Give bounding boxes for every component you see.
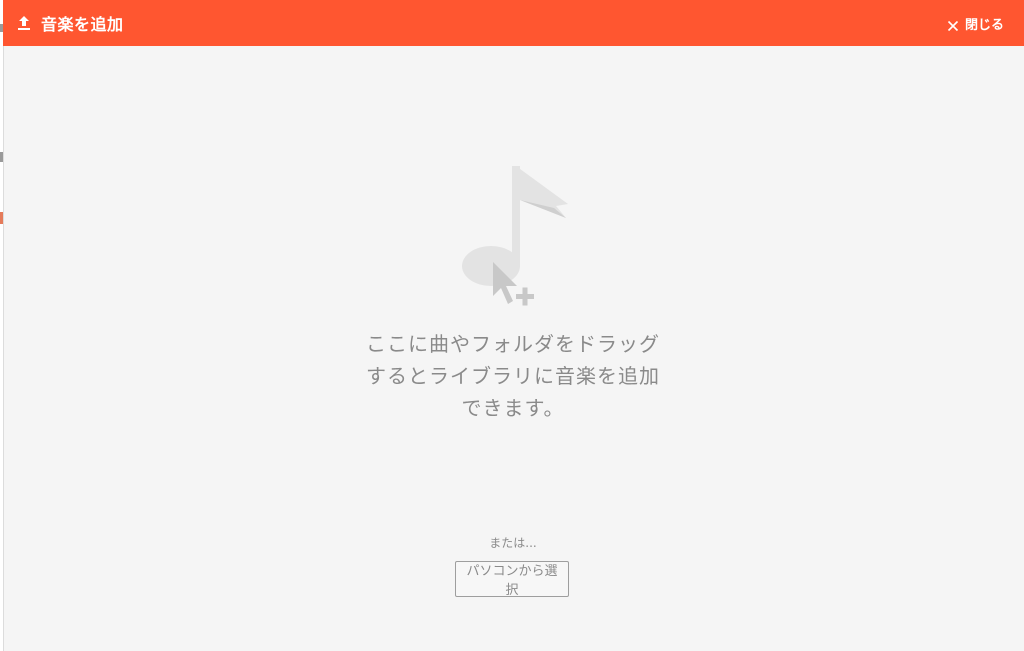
select-from-computer-button[interactable]: パソコンから選択	[455, 561, 569, 598]
drop-instructions-line-3: できます。	[461, 396, 565, 420]
header-title-group: 音楽を追加	[17, 11, 124, 35]
drop-zone[interactable]: ここに曲やフォルダをドラッグ するとライブラリに音楽を追加 できます。 または.…	[3, 46, 1024, 651]
close-icon	[947, 17, 959, 32]
or-separator-text: または...	[489, 536, 537, 550]
drop-instructions-line-1: ここに曲やフォルダをドラッグ	[366, 332, 660, 356]
upload-music-dialog: 音楽を追加 閉じる ここに曲やフォルダをドラッグ するとライブラリに音楽を追加 …	[0, 0, 1024, 651]
dialog-title: 音楽を追加	[41, 15, 124, 34]
close-label: 閉じる	[964, 17, 1004, 33]
upload-icon	[17, 15, 31, 31]
music-note-with-add-cursor-icon	[458, 164, 578, 314]
drop-instructions-line-2: するとライブラリに音楽を追加	[366, 364, 660, 388]
dialog-header: 音楽を追加 閉じる	[3, 0, 1024, 46]
drop-instructions: ここに曲やフォルダをドラッグ するとライブラリに音楽を追加 できます。	[303, 328, 723, 424]
close-button[interactable]: 閉じる	[947, 0, 1004, 46]
